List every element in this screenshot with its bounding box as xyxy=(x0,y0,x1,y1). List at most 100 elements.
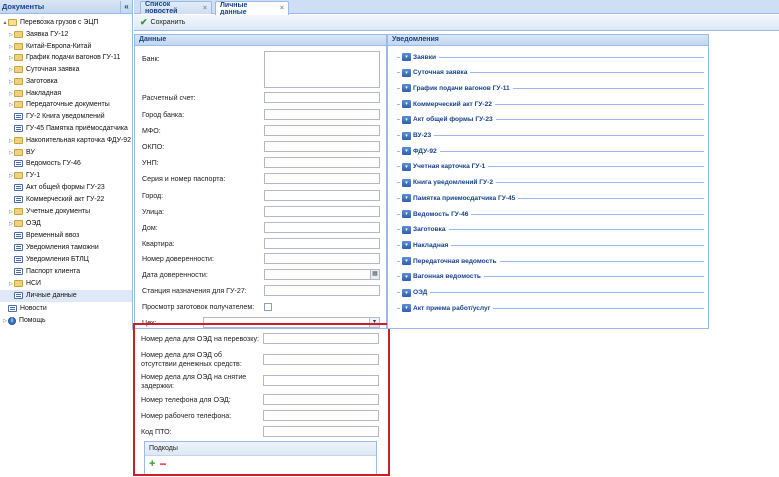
save-button[interactable]: ✔ Сохранить xyxy=(140,17,185,28)
notification-item[interactable]: ▾ Накладная xyxy=(397,240,704,250)
chevron-down-icon[interactable]: ▾ xyxy=(402,288,411,297)
notification-item[interactable]: ▾ Акт общей формы ГУ-23 xyxy=(397,115,704,125)
tree-item[interactable]: ▲ Перевозка грузов с ЭЦП xyxy=(0,17,132,29)
okpo-input[interactable] xyxy=(264,141,380,152)
tab-bar: Список новостей × Личные данные × xyxy=(134,0,779,16)
chevron-down-icon[interactable]: ▾ xyxy=(402,304,411,313)
notification-item[interactable]: ▾ Заготовка xyxy=(397,225,704,235)
chevron-down-icon[interactable]: ▾ xyxy=(402,272,411,281)
tree-item[interactable]: Временный ввоз xyxy=(0,230,132,242)
street-input[interactable] xyxy=(264,206,380,217)
unp-input[interactable] xyxy=(264,157,380,168)
tree-item[interactable]: ▷ Заготовка xyxy=(0,76,132,88)
power-date-field[interactable]: ▦ xyxy=(264,269,380,280)
chevron-down-icon[interactable]: ▾ xyxy=(402,84,411,93)
house-input[interactable] xyxy=(264,222,380,233)
tree-item[interactable]: ▷ Накопительная карточка ФДУ-92 xyxy=(0,135,132,147)
notification-item[interactable]: ▾ ОЭД xyxy=(397,288,704,298)
chevron-down-icon[interactable]: ▾ xyxy=(402,131,411,140)
tree-item[interactable]: Акт общей формы ГУ-23 xyxy=(0,182,132,194)
chevron-down-icon[interactable]: ▾ xyxy=(402,225,411,234)
divider xyxy=(397,87,400,89)
doc-icon xyxy=(14,184,23,192)
tree-item-label: Учетные документы xyxy=(26,208,91,216)
view-prep-checkbox[interactable] xyxy=(264,303,272,311)
notification-item[interactable]: ▾ ФДУ-92 xyxy=(397,146,704,156)
station-input[interactable] xyxy=(264,285,380,296)
tree-item[interactable]: ГУ-2 Книга уведомлений xyxy=(0,111,132,123)
tab-personal-data[interactable]: Личные данные × xyxy=(215,1,289,16)
documents-panel: Документы « ▲ Перевозка грузов с ЭЦП ▷ Заяв… xyxy=(0,0,133,330)
tree-item[interactable]: Личные данные xyxy=(0,290,132,302)
close-icon[interactable]: × xyxy=(280,5,284,12)
tree-item[interactable]: ГУ-45 Памятка приёмосдатчика xyxy=(0,123,132,135)
chevron-down-icon[interactable]: ▾ xyxy=(402,53,411,61)
tree-item[interactable]: Ведомость ГУ-46 xyxy=(0,158,132,170)
notification-item[interactable]: ▾ Передаточная ведомость xyxy=(397,256,704,266)
notification-item[interactable]: ▾ Вагонная ведомость xyxy=(397,272,704,282)
notification-item[interactable]: ▾ ВУ-23 xyxy=(397,131,704,141)
tree-item[interactable]: Новости xyxy=(0,303,132,315)
divider xyxy=(494,103,704,105)
folder-icon xyxy=(14,220,23,228)
tree-item[interactable]: Уведомления таможни xyxy=(0,242,132,254)
divider xyxy=(397,103,400,105)
data-panel-title: Данные xyxy=(135,35,386,46)
tree-item[interactable]: Паспорт клиента xyxy=(0,266,132,278)
bank-city-input[interactable] xyxy=(264,109,380,120)
passport-input[interactable] xyxy=(264,173,380,184)
folder-icon xyxy=(14,172,23,180)
tree-item[interactable]: ▷ Заявка ГУ-12 xyxy=(0,29,132,41)
tree-item[interactable]: ▷ График подачи вагонов ГУ-11 xyxy=(0,52,132,64)
tree-item[interactable]: ▷ ОЭД xyxy=(0,218,132,230)
tree-item[interactable]: ▷ ГУ-1 xyxy=(0,170,132,182)
city-input[interactable] xyxy=(264,190,380,201)
tree-item[interactable]: Коммерческий акт ГУ-22 xyxy=(0,194,132,206)
tree-item[interactable]: Уведомления БТЛЦ xyxy=(0,254,132,266)
notification-item[interactable]: ▾ Суточная заявка xyxy=(397,68,704,78)
mfo-input[interactable] xyxy=(264,125,380,136)
account-input[interactable] xyxy=(264,92,380,103)
chevron-down-icon[interactable]: ▾ xyxy=(402,162,411,171)
power-number-input[interactable] xyxy=(264,253,380,264)
collapse-icon[interactable]: « xyxy=(120,0,132,13)
tree-item[interactable]: ▷ НСИ xyxy=(0,278,132,290)
tree-item[interactable]: ▷ Суточная заявка xyxy=(0,64,132,76)
notification-item[interactable]: ▾ Ведомость ГУ-46 xyxy=(397,209,704,219)
chevron-down-icon[interactable]: ▾ xyxy=(402,194,411,203)
notification-item[interactable]: ▾ Книга уведомлений ГУ-2 xyxy=(397,178,704,188)
chevron-down-icon[interactable]: ▾ xyxy=(402,210,411,218)
notification-item[interactable]: ▾ Акт приема работ/услуг xyxy=(397,303,704,313)
notification-item-label: Ведомость ГУ-46 xyxy=(413,210,469,218)
doc-icon xyxy=(14,113,23,121)
apartment-input[interactable] xyxy=(264,238,380,249)
chevron-down-icon[interactable]: ▾ xyxy=(402,147,411,156)
chevron-down-icon[interactable]: ▾ xyxy=(402,115,411,124)
close-icon[interactable]: × xyxy=(203,5,207,12)
tree-item[interactable]: ▷ Учетные документы xyxy=(0,206,132,218)
notification-item[interactable]: ▾ Учетная карточка ГУ-1 xyxy=(397,162,704,172)
tab-news-list[interactable]: Список новостей × xyxy=(140,1,212,15)
bank-textarea[interactable] xyxy=(264,51,380,88)
notification-item[interactable]: ▾ Заявки xyxy=(397,52,704,62)
documents-panel-header: Документы « xyxy=(0,0,132,14)
divider xyxy=(439,56,704,58)
bank-city-label: Город банка: xyxy=(142,111,185,119)
chevron-down-icon[interactable]: ▾ xyxy=(402,178,411,187)
notification-item[interactable]: ▾ График подачи вагонов ГУ-11 xyxy=(397,83,704,93)
notification-item[interactable]: ▾ Коммерческий акт ГУ-22 xyxy=(397,99,704,109)
check-icon: ✔ xyxy=(140,17,148,27)
chevron-down-icon[interactable]: ▾ xyxy=(402,100,411,109)
tree-item[interactable]: ▷ i Помощь xyxy=(0,315,132,327)
tree-item[interactable]: ▷ Передаточные документы xyxy=(0,99,132,111)
chevron-down-icon[interactable]: ▾ xyxy=(402,241,411,250)
notification-item[interactable]: ▾ Памятка приемосдатчика ГУ-45 xyxy=(397,193,704,203)
chevron-down-icon[interactable]: ▾ xyxy=(402,68,411,77)
notification-item-label: Суточная заявка xyxy=(413,69,468,77)
divider xyxy=(430,292,704,293)
tree-item[interactable]: ▷ Китай-Европа-Китай xyxy=(0,41,132,53)
tree-item[interactable]: ▷ ВУ xyxy=(0,147,132,159)
chevron-down-icon[interactable]: ▾ xyxy=(402,257,411,266)
calendar-icon[interactable]: ▦ xyxy=(370,270,379,279)
tree-item[interactable]: ▷ Накладная xyxy=(0,88,132,100)
